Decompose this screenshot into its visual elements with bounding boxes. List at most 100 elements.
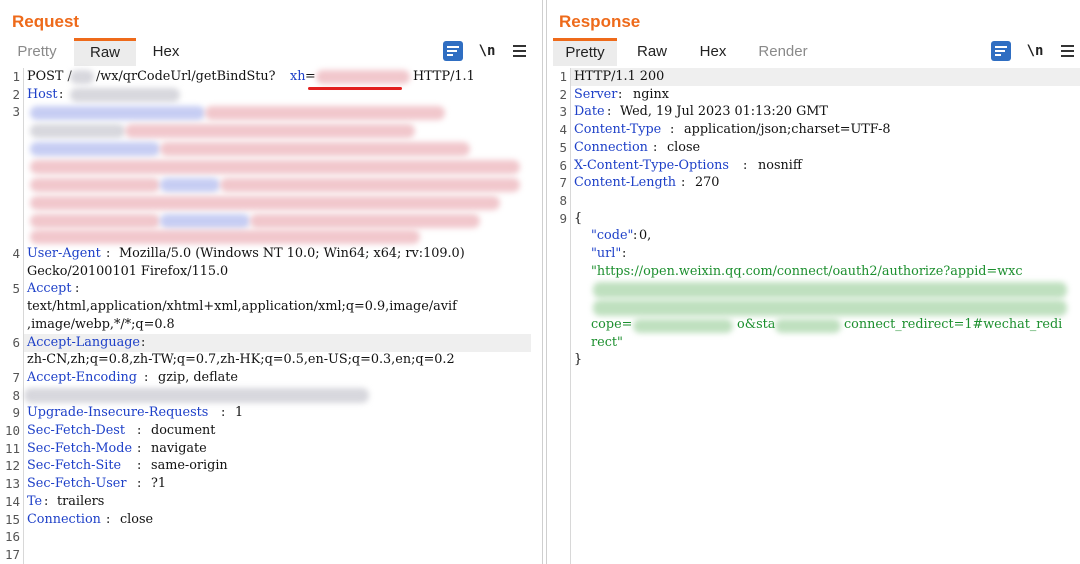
line-number: 7 <box>559 175 567 191</box>
header-value: Wed, 19 Jul 2023 01:13:20 GMT <box>620 104 828 120</box>
menu-icon[interactable] <box>510 41 530 61</box>
line-number: 3 <box>12 104 20 120</box>
line-number: 15 <box>4 511 20 527</box>
json-value-url: "https://open.weixin.qq.com/connect/oaut… <box>591 263 1023 279</box>
request-pane: Request Pretty Raw Hex \n 1 2 3 4 5 6 7 … <box>0 0 543 564</box>
line-number: 9 <box>559 210 567 226</box>
newline-toggle-icon[interactable]: \n <box>1025 41 1045 61</box>
line-number: 8 <box>559 193 567 208</box>
header-value: nosniff <box>758 157 802 173</box>
header-key: Content-Type <box>574 122 662 137</box>
redaction-blur <box>205 106 445 120</box>
header-value: close <box>120 511 154 527</box>
response-title: Response <box>559 12 641 31</box>
request-tab-pretty[interactable]: Pretty <box>8 38 66 66</box>
header-key: Upgrade-Insecure-Requests <box>27 405 209 421</box>
line-number: 8 <box>12 387 20 403</box>
newline-toggle-icon[interactable]: \n <box>477 41 497 61</box>
response-tab-pretty[interactable]: Pretty <box>553 38 617 66</box>
gutter-divider <box>570 68 571 564</box>
header-key: Host <box>27 86 58 102</box>
line-number: 11 <box>4 440 20 456</box>
header-key: Accept-Encoding <box>27 370 137 385</box>
header-value: application/json;charset=UTF-8 <box>684 122 891 137</box>
request-title: Request <box>12 12 80 31</box>
line-number: 12 <box>4 458 20 474</box>
line-number: 2 <box>559 86 567 102</box>
request-editor[interactable]: 1 2 3 4 5 6 7 8 9 10 11 12 13 14 15 16 1… <box>0 68 542 564</box>
redaction-blur <box>593 282 1067 298</box>
line-number: 17 <box>4 547 20 562</box>
request-line-method: POST / <box>27 69 72 84</box>
redaction-blur <box>30 230 420 244</box>
redaction-blur <box>316 70 410 84</box>
header-value: ,image/webp,*/*;q=0.8 <box>27 316 175 332</box>
redaction-blur <box>30 196 500 210</box>
redaction-blur <box>220 178 520 192</box>
line-number: 13 <box>4 476 20 491</box>
menu-icon[interactable] <box>1058 41 1078 61</box>
redaction-blur <box>30 160 520 174</box>
response-tab-hex[interactable]: Hex <box>687 38 739 66</box>
gutter-divider <box>23 68 24 564</box>
redaction-blur <box>30 142 160 156</box>
redaction-blur <box>160 214 250 228</box>
request-line-protocol: HTTP/1.1 <box>413 69 475 84</box>
redaction-blur <box>125 124 415 138</box>
response-editor[interactable]: 1 2 3 4 5 6 7 8 9 HTTP/1.1 200 Server : … <box>547 68 1080 564</box>
header-key: X-Content-Type-Options <box>574 157 729 173</box>
word-wrap-icon[interactable] <box>443 41 463 61</box>
json-open-brace: { <box>574 210 583 226</box>
header-value: navigate <box>151 440 207 456</box>
header-key: Date <box>574 104 605 120</box>
header-value: same-origin <box>151 458 228 474</box>
header-key: Sec-Fetch-Dest <box>27 423 126 438</box>
header-value: 1 <box>235 405 244 421</box>
response-tab-raw[interactable]: Raw <box>627 38 677 66</box>
header-value: zh-CN,zh;q=0.8,zh-TW;q=0.7,zh-HK;q=0.5,e… <box>27 352 455 368</box>
header-value: 270 <box>695 175 720 191</box>
redaction-blur <box>775 319 841 333</box>
header-value: text/html,application/xhtml+xml,applicat… <box>27 299 457 314</box>
redaction-blur <box>160 178 220 192</box>
redaction-blur <box>70 88 180 102</box>
header-key: Sec-Fetch-Site <box>27 458 122 474</box>
line-number: 4 <box>559 122 567 137</box>
header-key: Te <box>27 493 43 509</box>
header-key: Content-Length <box>574 175 677 191</box>
line-number: 7 <box>12 370 20 385</box>
header-value: document <box>151 423 216 438</box>
line-number: 4 <box>12 246 20 261</box>
line-number: 10 <box>4 423 20 438</box>
line-number: 3 <box>559 104 567 120</box>
header-key: Server <box>574 86 618 102</box>
response-pane: Response Pretty Raw Hex Render \n 1 2 3 … <box>546 0 1080 564</box>
redaction-blur <box>593 300 1067 316</box>
header-value: gzip, deflate <box>158 370 238 385</box>
word-wrap-icon[interactable] <box>991 41 1011 61</box>
redaction-blur <box>30 106 205 120</box>
line-number: 6 <box>12 334 20 350</box>
json-key-code: "code" <box>591 228 634 244</box>
redaction-blur <box>70 70 94 84</box>
header-key: Sec-Fetch-User <box>27 476 127 491</box>
header-value: Gecko/20100101 Firefox/115.0 <box>27 263 229 279</box>
request-tab-raw[interactable]: Raw <box>74 38 136 66</box>
redaction-blur <box>24 388 369 403</box>
json-close-brace: } <box>574 352 583 368</box>
query-param-name: xh <box>290 69 306 84</box>
response-tab-render[interactable]: Render <box>751 38 815 66</box>
line-number: 9 <box>12 405 20 421</box>
json-value-url: o&sta <box>737 317 776 332</box>
line-number: 14 <box>4 493 20 509</box>
header-key: Connection <box>574 139 648 155</box>
redaction-blur <box>160 142 470 156</box>
redaction-blur <box>30 214 160 228</box>
redaction-blur <box>30 178 160 192</box>
line-number: 1 <box>12 69 20 84</box>
request-tab-hex[interactable]: Hex <box>140 38 192 66</box>
header-key: Accept <box>27 281 72 297</box>
header-value: ?1 <box>151 476 167 491</box>
line-number: 16 <box>4 529 20 545</box>
annotation-underline <box>308 87 402 90</box>
